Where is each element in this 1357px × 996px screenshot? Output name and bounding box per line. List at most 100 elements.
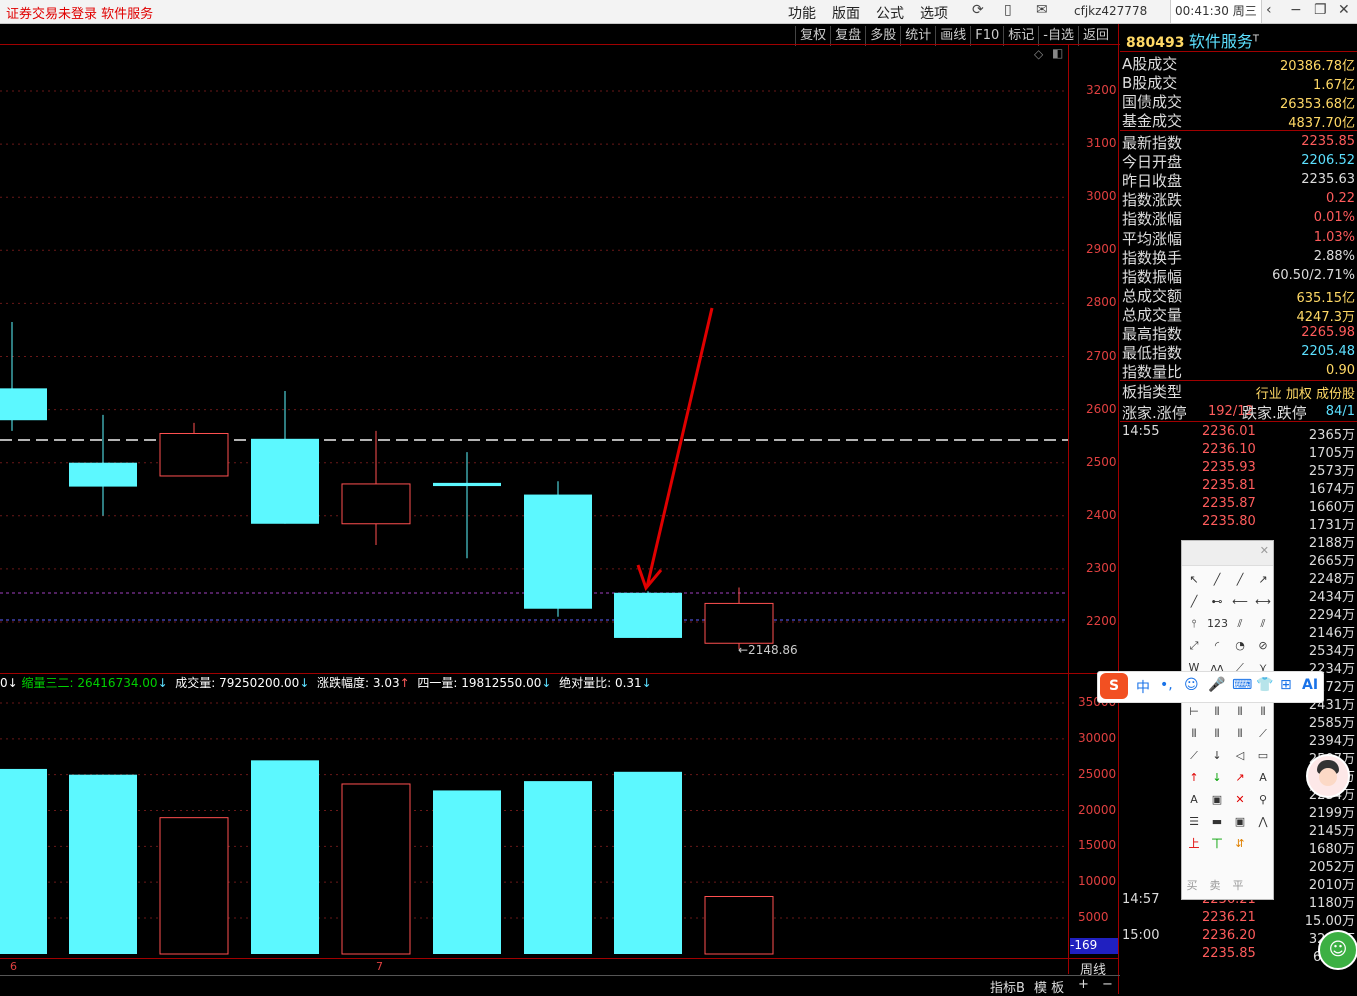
drawing-tool-icon[interactable]: ⫽ (1230, 615, 1250, 633)
stat-label: 指数涨幅 (1122, 210, 1183, 229)
candle-body[interactable] (704, 602, 774, 644)
tick-row[interactable]: 2235.80 1731万 (1120, 514, 1357, 533)
drawing-tool-icon[interactable]: ⦀ (1184, 725, 1204, 743)
drawing-tool-icon[interactable]: 丅 (1207, 835, 1227, 853)
candle-body[interactable] (0, 388, 47, 421)
drawing-tool-icon[interactable]: 123 (1207, 615, 1228, 633)
drawing-tool-icon[interactable]: ╱ (1207, 571, 1227, 589)
up-down-row: 涨家.涨停 192/12 跌家.跌停 84/1 (1122, 404, 1355, 422)
drawing-tool-icon[interactable]: ▣ (1230, 813, 1250, 831)
tick-row[interactable]: 14:55 2236.01 2365万 (1120, 424, 1357, 443)
drawing-tool-icon[interactable]: 上 (1184, 835, 1204, 853)
remove-button[interactable]: − (1102, 977, 1113, 992)
ime-ai-icon[interactable]: AI (1302, 677, 1318, 693)
ime-voice-icon[interactable]: 🎤 (1208, 677, 1225, 693)
drawing-tool-icon[interactable]: ◔ (1230, 637, 1250, 655)
drawing-tool-icon[interactable]: ⟋ (1184, 747, 1204, 765)
indicator-b-button[interactable]: 指标B (990, 977, 1025, 996)
volume-bar[interactable] (341, 783, 411, 955)
drawing-tool-icon[interactable]: ⚲ (1253, 791, 1273, 809)
drawing-tool-icon[interactable]: ╱ (1184, 593, 1204, 611)
drawing-tool-icon[interactable]: A (1253, 769, 1273, 787)
volume-bar[interactable] (251, 760, 319, 954)
tick-row[interactable]: 2235.87 1660万 (1120, 496, 1357, 515)
restore-icon[interactable]: ❐ (1314, 2, 1327, 18)
drawing-tool-icon[interactable]: ▬ (1207, 813, 1227, 831)
drawing-tool-icon[interactable]: ↖ (1184, 571, 1204, 589)
palette-sell[interactable]: 卖 (1205, 877, 1225, 895)
drawing-tool-icon[interactable]: ⦀ (1230, 703, 1250, 721)
candle-body[interactable] (433, 482, 501, 487)
drawing-tool-icon[interactable]: ✕ (1230, 791, 1250, 809)
tick-volume: 2052万 (1308, 860, 1355, 875)
drawing-tool-icon[interactable]: ⊢ (1184, 703, 1204, 721)
drawing-tool-icon[interactable]: ⦀ (1253, 703, 1273, 721)
ime-mode-chinese[interactable]: 中 (1136, 677, 1150, 697)
palette-close-icon[interactable]: ✕ (1260, 544, 1269, 557)
ime-emoji-icon[interactable]: ☺ (1184, 677, 1199, 693)
drawing-tool-icon[interactable]: ⦀ (1207, 703, 1227, 721)
chat-bubble-icon[interactable]: ☺ (1318, 930, 1357, 970)
drawing-tool-icon[interactable]: ↑ (1184, 769, 1204, 787)
drawing-tool-icon[interactable]: ◜ (1207, 637, 1227, 655)
candle-body[interactable] (159, 432, 229, 477)
drawing-tool-icon[interactable]: ⦀ (1207, 725, 1227, 743)
tick-row[interactable]: 2235.81 1674万 (1120, 478, 1357, 497)
drawing-tool-icon[interactable]: ⫽ (1253, 615, 1273, 633)
tick-row[interactable]: 2236.10 1705万 (1120, 442, 1357, 461)
ime-punct-icon[interactable]: •, (1160, 677, 1173, 693)
volume-bar[interactable] (524, 781, 592, 954)
ime-keyboard-icon[interactable]: ⌨ (1232, 677, 1252, 693)
minimize-icon[interactable]: − (1290, 2, 1302, 18)
volume-bar[interactable] (0, 768, 47, 954)
close-icon[interactable]: ✕ (1338, 2, 1350, 18)
drawing-tool-icon[interactable]: ⊷ (1207, 593, 1227, 611)
tick-row[interactable]: 2236.21 15.00万 (1120, 910, 1357, 929)
clock: 00:41:30 周三 (1170, 0, 1262, 23)
add-button[interactable]: + (1078, 977, 1089, 992)
candle-body[interactable] (341, 483, 411, 525)
drawing-tool-icon[interactable]: ⊘ (1253, 637, 1273, 655)
drawing-tool-icon[interactable]: ⟋ (1253, 725, 1273, 743)
drawing-tool-icon[interactable]: ⟵ (1230, 593, 1250, 611)
sogou-logo-icon[interactable]: S (1100, 673, 1128, 699)
back-icon[interactable]: ‹ (1266, 2, 1272, 18)
drawing-tool-icon[interactable]: ↗ (1230, 769, 1250, 787)
drawing-tool-icon[interactable]: ↓ (1207, 769, 1227, 787)
candle-body[interactable] (524, 494, 592, 609)
volume-bar[interactable] (159, 817, 229, 955)
assistant-avatar[interactable] (1306, 754, 1350, 798)
ime-skin-icon[interactable]: 👕 (1256, 677, 1273, 693)
drawing-tool-icon[interactable]: ◁ (1230, 747, 1250, 765)
drawing-tool-icon[interactable]: ⇵ (1230, 835, 1250, 853)
drawing-tool-icon[interactable]: ⋀ (1253, 813, 1273, 831)
drawing-tool-icon[interactable]: ▣ (1207, 791, 1227, 809)
tick-row[interactable]: 2235.93 2573万 (1120, 460, 1357, 479)
palette-flat[interactable]: 平 (1228, 877, 1248, 895)
candle-body[interactable] (251, 438, 319, 524)
drawing-tool-icon[interactable]: ⤢ (1184, 637, 1204, 655)
template-button[interactable]: 模 板 (1034, 977, 1064, 996)
stat-label: 指数换手 (1122, 248, 1183, 267)
kline-chart[interactable] (0, 0, 1120, 975)
drawing-tool-icon[interactable]: ⦀ (1230, 725, 1250, 743)
drawing-tool-icon[interactable]: ⟷ (1253, 593, 1273, 611)
candle-body[interactable] (614, 592, 682, 638)
palette-buy[interactable]: 买 (1182, 877, 1202, 895)
drawing-tool-icon[interactable]: ☰ (1184, 813, 1204, 831)
price-tick-label: 2900 (1086, 242, 1117, 257)
volume-bar[interactable] (69, 774, 137, 954)
volume-bar[interactable] (433, 790, 501, 954)
volume-bar[interactable] (614, 771, 682, 954)
ime-tools-icon[interactable]: ⊞ (1280, 677, 1292, 693)
drawing-tool-palette: ✕ ↖╱╱↗╱⊷⟵⟷⫯123⫽⫽⤢◜◔⊘Wʌʌ⟋⋎☰☰⊟⊟⊢⦀⦀⦀⦀⦀⦀⟋⟋↓◁… (1181, 540, 1274, 900)
drawing-tool-icon[interactable]: ↓ (1207, 747, 1227, 765)
volume-bar[interactable] (704, 896, 774, 955)
drawing-tool-icon[interactable]: ⫯ (1184, 615, 1204, 633)
drawing-tool-icon[interactable]: A (1184, 791, 1204, 809)
candle-body[interactable] (69, 462, 137, 487)
price-tick-label: 3000 (1086, 189, 1117, 204)
drawing-tool-icon[interactable]: ↗ (1253, 571, 1273, 589)
drawing-tool-icon[interactable]: ╱ (1230, 571, 1250, 589)
drawing-tool-icon[interactable]: ▭ (1253, 747, 1273, 765)
